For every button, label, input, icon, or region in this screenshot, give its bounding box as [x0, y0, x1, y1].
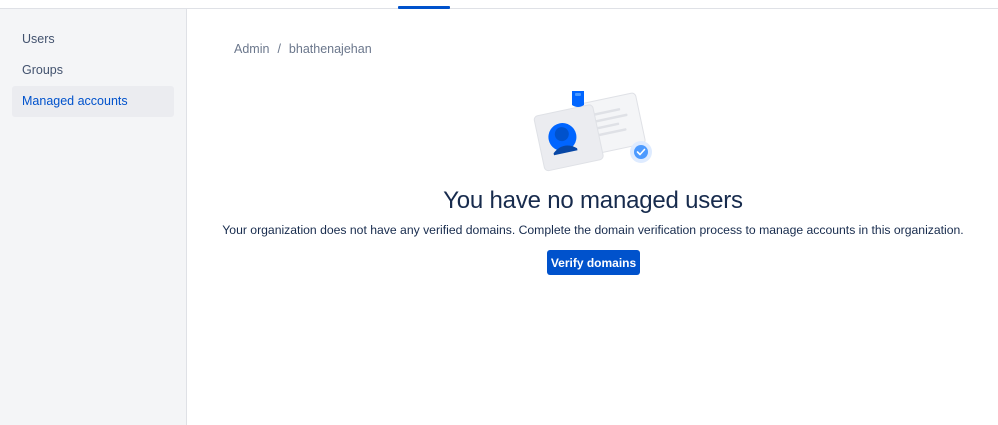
breadcrumb-item-organization[interactable]: bhathenajehan: [289, 42, 372, 56]
breadcrumb-separator: /: [277, 42, 281, 56]
id-card-verified-icon: [533, 91, 652, 172]
sidebar-item-groups[interactable]: Groups: [12, 55, 174, 86]
empty-state-title: You have no managed users: [443, 187, 743, 214]
sidebar-item-managed-accounts[interactable]: Managed accounts: [12, 86, 174, 117]
main-content: Admin / bhathenajehan You have no managed …: [188, 9, 998, 425]
verify-domains-button[interactable]: Verify domains: [547, 250, 640, 275]
breadcrumb: Admin / bhathenajehan: [234, 42, 372, 56]
sidebar-item-users[interactable]: Users: [12, 24, 174, 55]
sidebar: Users Groups Managed accounts: [0, 9, 187, 425]
empty-state-description: Your organization does not have any veri…: [222, 223, 964, 237]
breadcrumb-item-admin[interactable]: Admin: [234, 42, 269, 56]
